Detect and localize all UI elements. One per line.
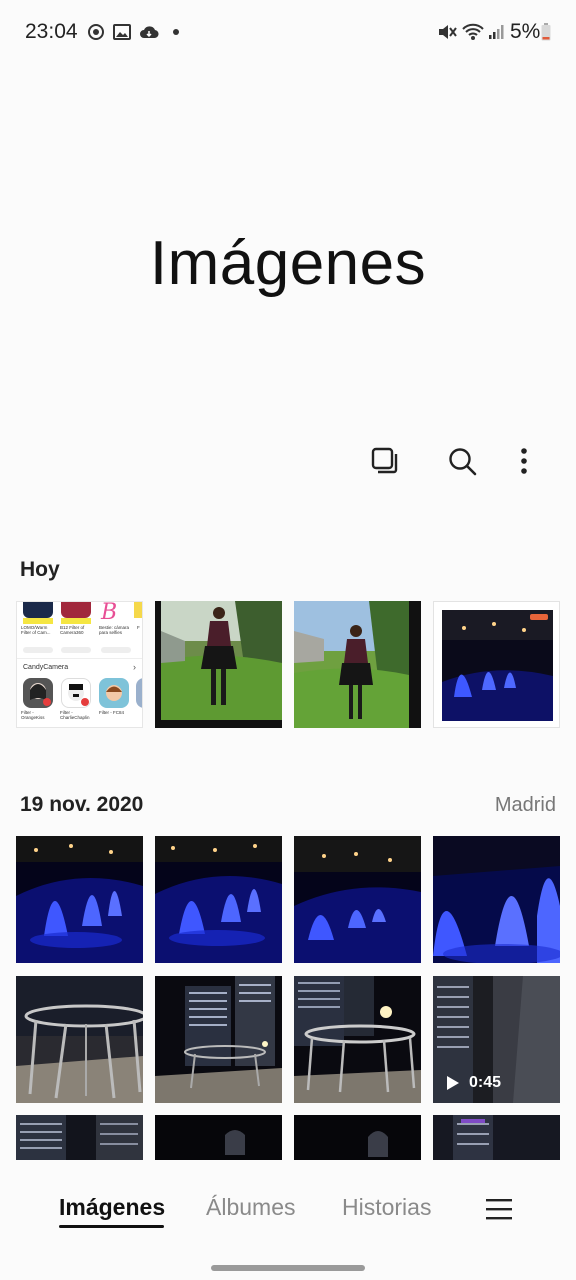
battery-percent: 5% <box>510 20 541 43</box>
photo-thumbnail[interactable] <box>155 976 282 1103</box>
video-thumbnail[interactable]: 0:45 <box>433 976 560 1103</box>
photo-thumbnail[interactable] <box>16 976 143 1103</box>
app-label: Filter - FC84 <box>99 710 125 715</box>
photo-thumbnail[interactable] <box>16 836 143 963</box>
play-icon <box>447 1076 459 1090</box>
active-tab-indicator <box>59 1225 164 1228</box>
tab-stories[interactable]: Historias <box>342 1194 431 1221</box>
menu-icon[interactable] <box>484 1194 514 1224</box>
more-options-icon[interactable] <box>506 443 542 479</box>
video-duration-overlay: 0:45 <box>447 1074 501 1092</box>
app-icon-thumb <box>61 602 91 618</box>
app-label: Filter - OrangeKiss <box>21 710 45 720</box>
section-header-date: 19 nov. 2020 <box>20 793 144 816</box>
dot-icon <box>171 20 181 44</box>
signal-icon <box>487 20 505 44</box>
search-icon[interactable] <box>444 443 480 479</box>
home-indicator[interactable] <box>211 1265 365 1271</box>
app-icon-thumb <box>61 678 91 708</box>
app-icon-thumb <box>99 678 129 708</box>
app-label: B12 Filter of Camera360 <box>60 625 85 635</box>
photo-thumbnail[interactable] <box>433 836 560 963</box>
store-section-title: CandyCamera <box>23 664 69 671</box>
cloud-icon <box>138 20 160 44</box>
sync-icon <box>86 20 106 44</box>
wifi-icon <box>461 20 485 44</box>
tab-albums[interactable]: Álbumes <box>206 1194 295 1221</box>
section-header-today: Hoy <box>20 558 60 581</box>
select-icon[interactable] <box>367 443 403 479</box>
tab-images[interactable]: Imágenes <box>59 1194 165 1221</box>
gallery-notification-icon <box>112 20 132 44</box>
app-icon-thumb <box>23 602 53 618</box>
status-time: 23:04 <box>25 20 78 43</box>
photo-thumbnail[interactable] <box>155 601 282 728</box>
video-duration: 0:45 <box>469 1074 502 1091</box>
app-icon-thumb <box>23 678 53 708</box>
status-bar: 23:04 5% <box>0 0 576 66</box>
app-label: Filter - CharlieChaplin <box>60 710 90 720</box>
app-label: F <box>137 625 140 630</box>
photo-thumbnail[interactable] <box>433 601 560 728</box>
photo-thumbnail[interactable] <box>155 836 282 963</box>
battery-icon <box>540 20 552 44</box>
chevron-right-icon: › <box>133 662 136 672</box>
mute-icon <box>436 20 458 44</box>
app-label: Bestie: cámara para selfies <box>99 625 130 635</box>
app-icon-thumb <box>134 602 142 618</box>
photo-thumbnail[interactable] <box>294 836 421 963</box>
app-icon-thumb: B <box>101 601 118 625</box>
photo-thumbnail[interactable] <box>294 601 421 728</box>
page-title: Imágenes <box>149 229 427 298</box>
photo-thumbnail-screenshot[interactable]: B LOMO/Warm Filter of Cam... B12 Filter … <box>16 601 143 728</box>
app-label: LOMO/Warm Filter of Cam... <box>21 625 51 635</box>
section-location: Madrid <box>494 794 556 816</box>
photo-thumbnail[interactable] <box>294 976 421 1103</box>
